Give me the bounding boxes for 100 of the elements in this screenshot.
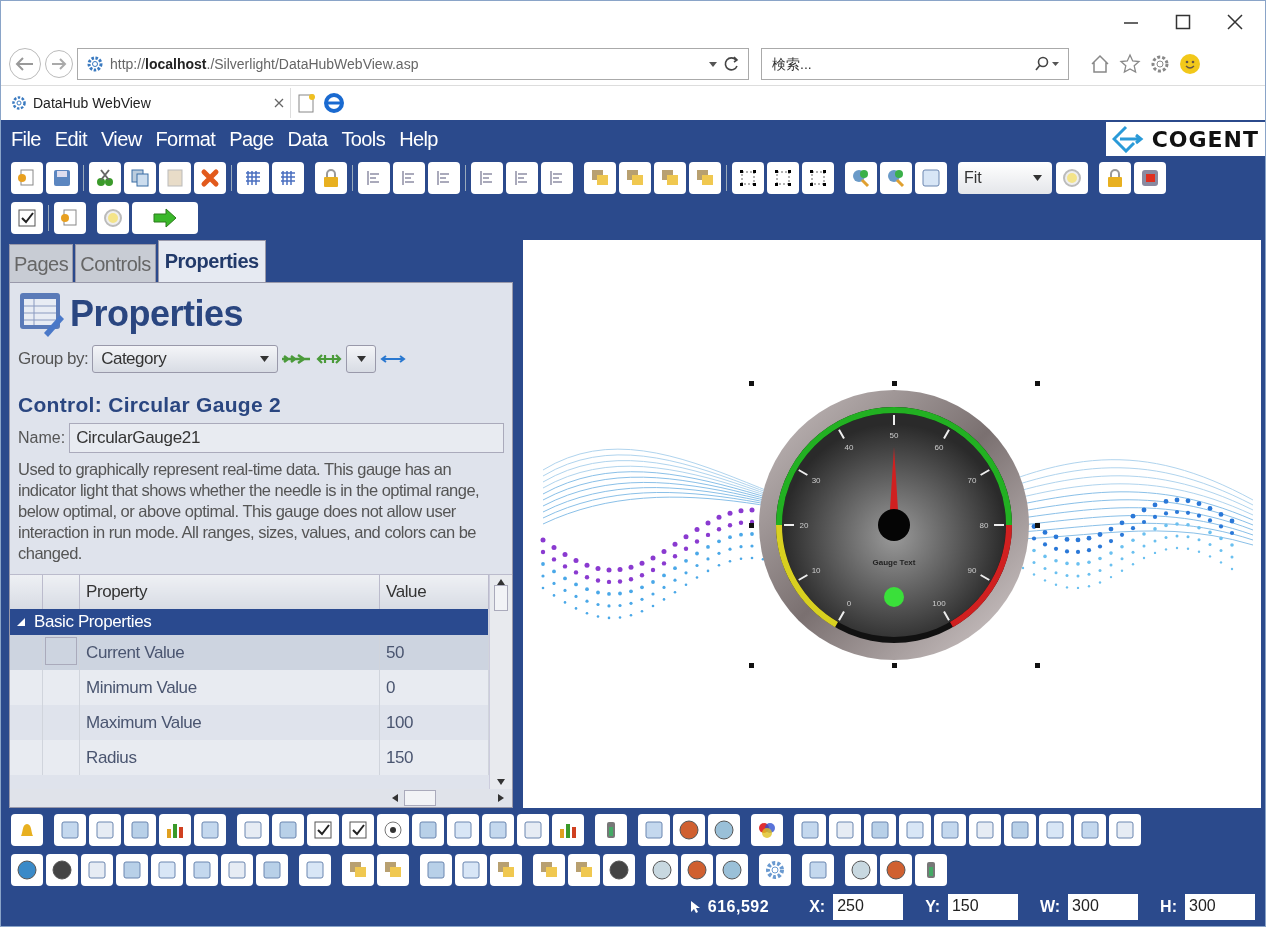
column-header[interactable]: Property [79, 575, 380, 609]
scrollbar-thumb[interactable] [494, 585, 508, 611]
menu-item[interactable]: Data [287, 127, 328, 151]
toolbar-button[interactable] [802, 162, 834, 194]
name-field[interactable]: CircularGauge21 [69, 423, 504, 453]
menu-item[interactable]: View [100, 127, 142, 151]
browser-tab[interactable]: DataHub WebView [11, 88, 291, 118]
selection-handle[interactable] [1035, 523, 1040, 528]
panel-icon [460, 859, 482, 881]
panel-icon [522, 819, 544, 841]
logo-text: COGENT [1151, 126, 1259, 152]
smiley-icon[interactable] [1179, 53, 1201, 75]
toolbar-button[interactable] [732, 162, 764, 194]
toolbar-button[interactable] [681, 854, 713, 886]
control-title: Control: Circular Gauge 2 [18, 393, 283, 417]
gauge-scale-label: 50 [889, 431, 899, 440]
group-by-dropdown[interactable]: Category [92, 345, 279, 373]
forward-button[interactable] [45, 50, 73, 78]
coordinate-label: X: [809, 898, 826, 916]
toolbar-button[interactable] [342, 814, 374, 846]
panel-icon [643, 819, 665, 841]
scroll-down-icon[interactable] [497, 779, 505, 785]
maximize-icon[interactable] [1175, 14, 1191, 30]
panel-icon [59, 819, 81, 841]
coordinate-field[interactable]: 150 [947, 894, 1018, 920]
toolbar-button[interactable] [880, 854, 912, 886]
column-header[interactable]: Value [379, 575, 489, 609]
expand-all-icon[interactable] [282, 352, 313, 366]
home-icon[interactable] [1089, 53, 1111, 75]
property-row[interactable]: Radius 150 [10, 740, 489, 775]
menu-item[interactable]: Help [399, 127, 438, 151]
coordinate-field[interactable]: 300 [1185, 894, 1255, 920]
property-value[interactable]: 0 [379, 670, 489, 705]
coordinate-field[interactable]: 300 [1068, 894, 1139, 920]
search-icon[interactable] [1034, 56, 1060, 72]
coordinate-field[interactable]: 250 [833, 894, 904, 920]
name-label: Name: [18, 429, 66, 447]
panel-icon [156, 859, 178, 881]
panel-icon [121, 859, 143, 881]
selection-handle[interactable] [1035, 381, 1040, 386]
address-bar[interactable]: http://localhost./Silverlight/DataHubWebView.asp [77, 48, 749, 80]
expander-icon[interactable] [16, 617, 26, 627]
toolbar-button[interactable] [673, 814, 705, 846]
selection-icon [737, 167, 759, 189]
star-icon[interactable] [1119, 53, 1141, 75]
checkbox-icon [312, 819, 334, 841]
new-tab-icon[interactable] [297, 92, 317, 114]
selection-handle[interactable] [892, 663, 897, 668]
scroll-right-icon[interactable] [498, 794, 504, 802]
dropdown-button[interactable] [346, 345, 377, 373]
magnifier-icon [885, 167, 907, 189]
property-value[interactable]: 50 [379, 635, 489, 670]
panel-tab[interactable]: Controls [75, 244, 156, 282]
menu-item[interactable]: File [11, 127, 41, 151]
gauge-scale-label: 80 [979, 521, 989, 530]
selection-handle[interactable] [749, 523, 754, 528]
search-field[interactable]: 検索... [761, 48, 1069, 80]
panel-icon [226, 859, 248, 881]
refresh-icon[interactable] [724, 56, 740, 72]
gauge-scale-label: 10 [811, 566, 821, 575]
panel-icon [86, 859, 108, 881]
gauge-caption: Gauge Text [872, 558, 916, 567]
checkbox-icon [347, 819, 369, 841]
menu-item[interactable]: Format [155, 127, 216, 151]
menu-item[interactable]: Page [229, 127, 274, 151]
zoom-dropdown[interactable]: Fit [958, 162, 1052, 194]
vertical-scrollbar[interactable] [489, 575, 512, 789]
selection-handle[interactable] [892, 381, 897, 386]
indicator-light [884, 587, 904, 607]
panel-tab[interactable]: Properties [157, 240, 266, 282]
toolbar-button[interactable] [11, 202, 43, 234]
back-button[interactable] [9, 48, 41, 80]
panel-icon [1044, 819, 1066, 841]
selection-icon [807, 167, 829, 189]
panel-tab[interactable]: Pages [9, 244, 74, 282]
toolbar-button[interactable] [307, 814, 339, 846]
dropdown-caret-icon[interactable] [708, 60, 718, 68]
selection-handle[interactable] [1035, 663, 1040, 668]
property-row[interactable]: Current Value 50 [10, 635, 489, 670]
scrollbar-thumb[interactable] [404, 790, 436, 806]
close-icon[interactable] [1227, 14, 1243, 30]
browser-logo-icon[interactable] [323, 92, 345, 114]
selection-handle[interactable] [749, 663, 754, 668]
menu-item[interactable]: Edit [54, 127, 87, 151]
panel-icon [191, 859, 213, 881]
settings-icon[interactable] [1149, 53, 1171, 75]
property-row[interactable]: Minimum Value 0 [10, 670, 489, 705]
panel-icon [939, 819, 961, 841]
group-by-label: Group by: [18, 349, 89, 369]
menu-item[interactable]: Tools [341, 127, 386, 151]
close-icon[interactable] [274, 98, 284, 108]
gauge-scale-label: 30 [811, 476, 821, 485]
toolbar-button[interactable] [377, 814, 409, 846]
toolbar-button[interactable] [603, 854, 635, 886]
toolbar-button[interactable] [767, 162, 799, 194]
toolbar-button[interactable] [46, 854, 78, 886]
group-row[interactable]: Basic Properties [10, 609, 489, 635]
scroll-left-icon[interactable] [392, 794, 398, 802]
property-value[interactable]: 150 [379, 740, 489, 775]
selection-handle[interactable] [749, 381, 754, 386]
